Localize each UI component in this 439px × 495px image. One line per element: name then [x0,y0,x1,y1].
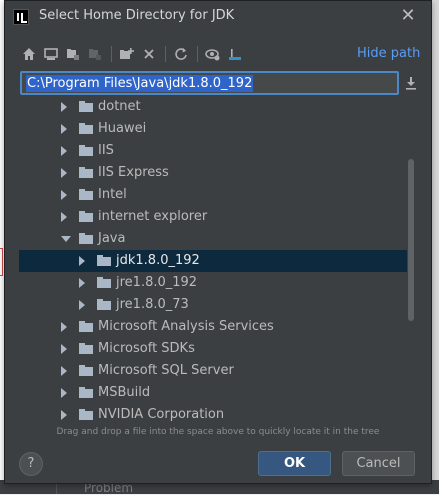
folder-icon [79,145,93,156]
show-hidden-icon[interactable] [203,43,223,65]
tree-row[interactable]: jdk1.8.0_192 [19,250,407,272]
folder-icon [97,277,111,288]
expand-arrow-right-icon[interactable] [61,124,67,134]
tree-row-label: Microsoft SDKs [98,341,195,356]
expand-arrow-right-icon[interactable] [61,410,67,420]
tree-row-label: Java [98,231,126,246]
folder-icon [79,101,93,112]
expand-arrow-right-icon[interactable] [61,322,67,332]
folder-icon [79,167,93,178]
tree-row[interactable]: IIS [19,140,407,162]
tree-row[interactable]: jre1.8.0_73 [19,294,407,316]
tree-row[interactable]: dotnet [19,97,407,118]
folder-icon [79,123,93,134]
tree-row-label: Intel [98,187,127,202]
tree-row[interactable]: Java [19,228,407,250]
tree-row-label: Microsoft Analysis Services [98,319,274,334]
close-icon[interactable]: ✕ [397,5,419,27]
toolbar-separator [111,46,112,62]
file-chooser-toolbar [19,43,319,65]
expand-arrow-right-icon[interactable] [61,344,67,354]
desktop-icon[interactable] [41,43,61,65]
folder-icon [79,233,93,244]
tree-row-label: IIS [98,143,114,158]
tree-row[interactable]: Intel [19,184,407,206]
directory-tree[interactable]: dotnet Huawei IIS IIS Express Intel internet … [19,97,419,423]
tree-row-label: jre1.8.0_73 [116,297,189,312]
tree-row-label: jdk1.8.0_192 [116,253,200,268]
tree-row-label: Huawei [98,121,147,136]
tree-row[interactable]: jre1.8.0_192 [19,272,407,294]
background-marker [0,248,3,276]
toolbar-separator [165,46,166,62]
path-input[interactable]: C:\Program Files\Java\jdk1.8.0_192 [20,71,399,95]
tree-row-label: Microsoft SQL Server [98,363,234,378]
tree-row[interactable]: Huawei [19,118,407,140]
expand-arrow-right-icon[interactable] [61,388,67,398]
tree-scrollbar-thumb[interactable] [408,159,414,321]
home-icon[interactable] [19,43,39,65]
folder-icon [79,189,93,200]
expand-arrow-right-icon[interactable] [61,212,67,222]
background-edge [432,0,439,494]
tree-row[interactable]: internet explorer [19,206,407,228]
tree-row-label: dotnet [98,99,141,114]
hide-path-link[interactable]: Hide path [357,46,420,61]
tree-row-label: IIS Express [98,165,169,180]
expand-arrow-right-icon[interactable] [61,168,67,178]
tree-row-label: MSBuild [98,385,151,400]
dialog-titlebar: Select Home Directory for JDK ✕ [5,1,431,33]
tree-row[interactable]: MSBuild [19,382,407,404]
download-icon[interactable] [401,73,421,93]
tree-row[interactable]: Microsoft Analysis Services [19,316,407,338]
project-icon[interactable] [63,43,83,65]
tree-row[interactable]: IIS Express [19,162,407,184]
module-icon[interactable] [85,43,105,65]
tree-row[interactable]: NVIDIA Corporation [19,404,407,423]
tree-row-label: NVIDIA Corporation [98,407,225,422]
folder-icon [79,343,93,354]
new-folder-icon[interactable] [117,43,137,65]
delete-icon[interactable] [139,43,159,65]
expand-arrow-right-icon[interactable] [61,146,67,156]
expand-arrow-down-icon[interactable] [61,236,71,242]
expand-arrow-right-icon[interactable] [61,366,67,376]
ok-button[interactable]: OK [258,451,331,476]
folder-icon [97,299,111,310]
expand-arrow-right-icon[interactable] [79,256,85,266]
select-jdk-dialog: Select Home Directory for JDK ✕ Hide pat… [4,0,432,484]
refresh-icon[interactable] [171,43,191,65]
expand-arrow-right-icon[interactable] [61,102,67,112]
folder-icon [97,255,111,266]
collapse-icon[interactable] [225,43,245,65]
expand-arrow-right-icon[interactable] [61,190,67,200]
folder-icon [79,321,93,332]
dialog-title: Select Home Directory for JDK [39,8,235,23]
path-input-value: C:\Program Files\Java\jdk1.8.0_192 [26,75,254,92]
drag-drop-hint: Drag and drop a file into the space abov… [56,427,380,437]
folder-icon [79,365,93,376]
expand-arrow-right-icon[interactable] [79,278,85,288]
intellij-app-icon [13,9,29,25]
tree-row[interactable]: Microsoft SDKs [19,338,407,360]
tree-row-label: internet explorer [98,209,208,224]
folder-icon [79,387,93,398]
folder-icon [79,211,93,222]
tree-row-label: jre1.8.0_192 [116,275,198,290]
folder-icon [79,409,93,420]
tree-row[interactable]: Microsoft SQL Server [19,360,407,382]
expand-arrow-right-icon[interactable] [79,300,85,310]
cancel-button[interactable]: Cancel [342,451,415,476]
toolbar-separator [197,46,198,62]
help-button[interactable]: ? [19,452,43,476]
